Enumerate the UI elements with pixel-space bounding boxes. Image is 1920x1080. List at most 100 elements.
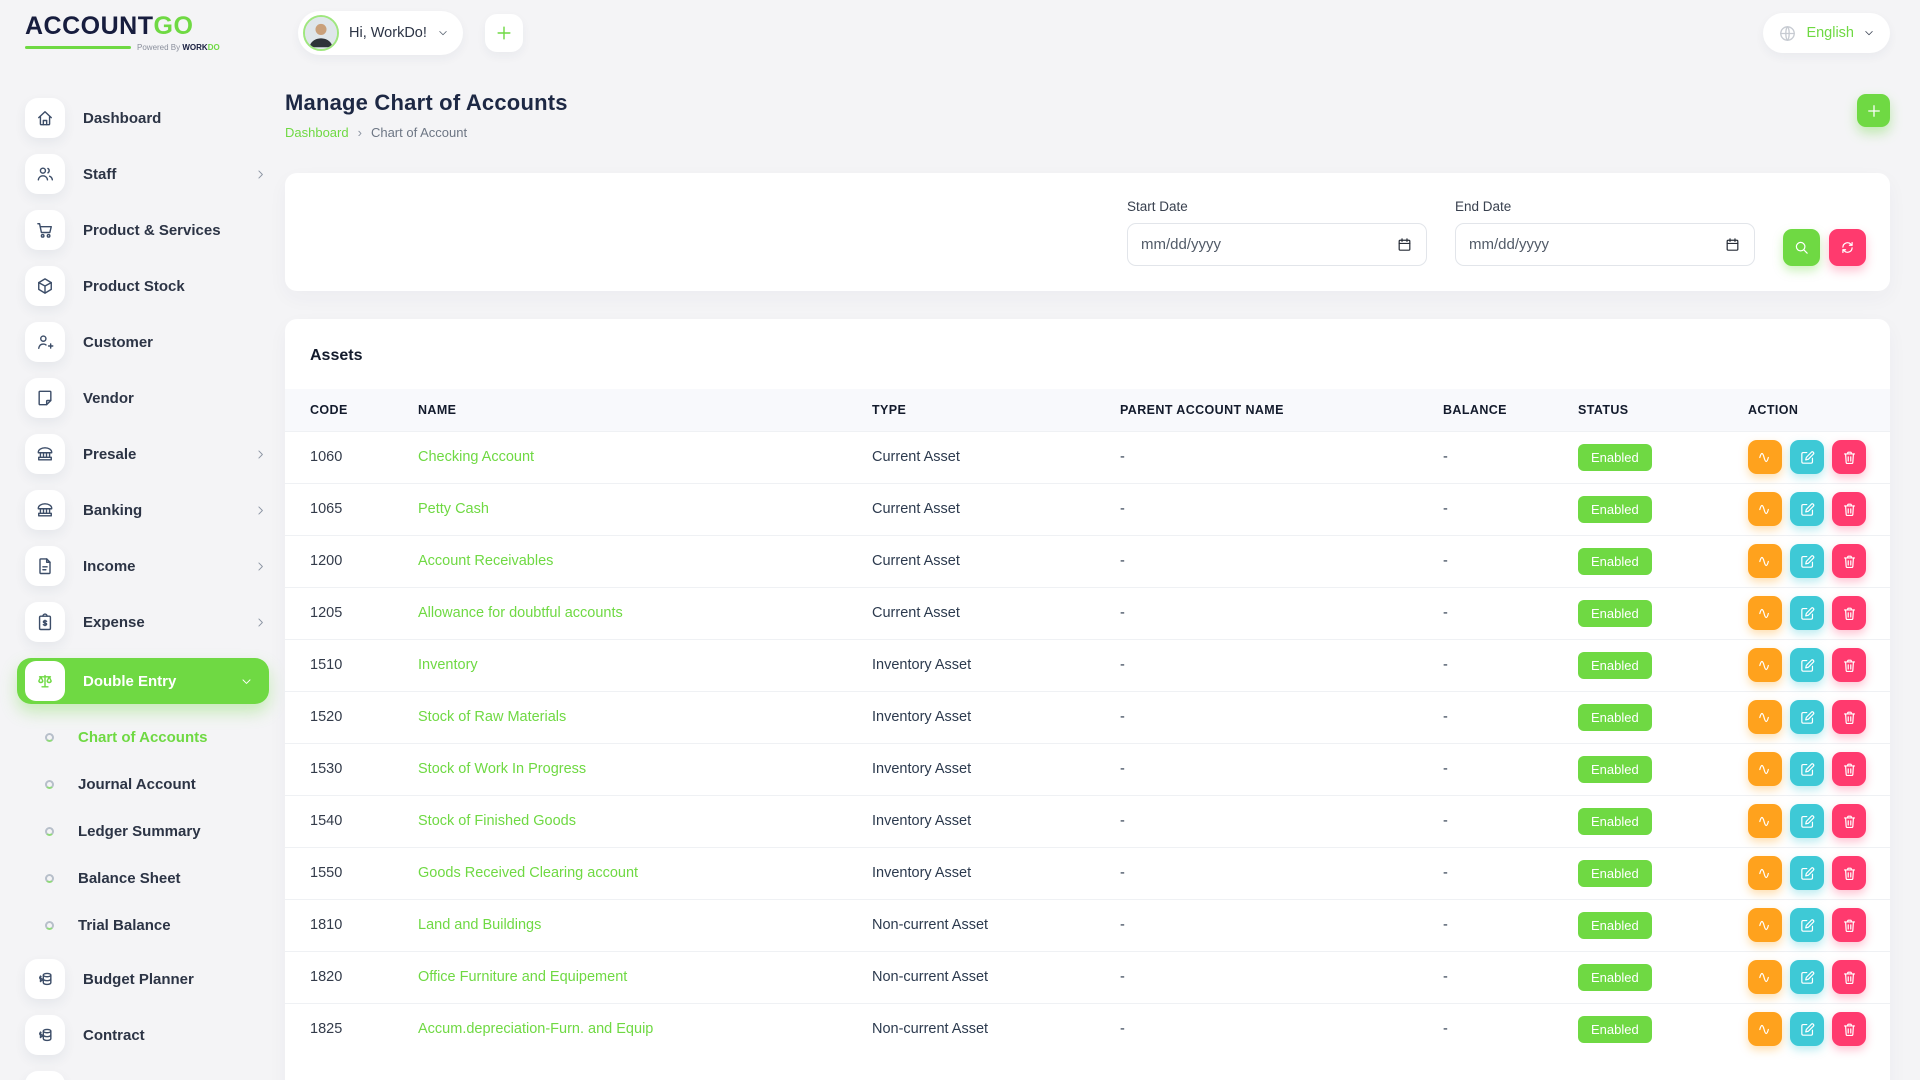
activity-action-button[interactable] [1748,1012,1782,1046]
delete-action-button[interactable] [1832,492,1866,526]
activity-action-button[interactable] [1748,752,1782,786]
table-row: 1825 Accum.depreciation-Furn. and Equip … [285,1003,1890,1055]
sidebar-item-banking[interactable]: Banking [25,490,277,530]
sidebar-item-income[interactable]: Income [25,546,277,586]
start-date-input[interactable]: mm/dd/yyyy [1127,223,1427,266]
cell-status: Enabled [1578,795,1748,847]
edit-action-button[interactable] [1790,544,1824,578]
cell-action [1748,847,1890,899]
edit-icon [1799,969,1816,986]
account-name-link[interactable]: Checking Account [418,449,534,465]
sidebar-item-customer[interactable]: Customer [25,322,277,362]
edit-action-button[interactable] [1790,752,1824,786]
delete-action-button[interactable] [1832,752,1866,786]
cell-code: 1825 [285,1003,418,1055]
edit-action-button[interactable] [1790,440,1824,474]
create-account-button[interactable] [1857,94,1890,127]
quick-add-button[interactable] [485,14,523,52]
language-selector[interactable]: English [1763,13,1890,53]
edit-action-button[interactable] [1790,960,1824,994]
sidebar-item-product-stock[interactable]: Product Stock [25,266,277,306]
sidebar-subitem-journal-account[interactable]: Journal Account [25,761,285,808]
delete-action-button[interactable] [1832,544,1866,578]
status-badge: Enabled [1578,600,1652,627]
activity-action-button[interactable] [1748,596,1782,630]
activity-action-button[interactable] [1748,440,1782,474]
edit-action-button[interactable] [1790,596,1824,630]
apply-filter-button[interactable] [1783,229,1820,266]
calendar-icon[interactable] [1396,236,1413,253]
bullet-icon [45,874,54,883]
delete-action-button[interactable] [1832,648,1866,682]
edit-action-button[interactable] [1790,908,1824,942]
delete-action-button[interactable] [1832,908,1866,942]
activity-action-button[interactable] [1748,804,1782,838]
sidebar-item-expense[interactable]: Expense [25,602,277,642]
cell-code: 1520 [285,691,418,743]
account-name-link[interactable]: Office Furniture and Equipement [418,969,627,985]
cell-balance: - [1443,691,1578,743]
edit-action-button[interactable] [1790,856,1824,890]
delete-action-button[interactable] [1832,1012,1866,1046]
sidebar-item-item[interactable] [25,1071,277,1080]
sidebar-item-presale[interactable]: Presale [25,434,277,474]
account-name-link[interactable]: Petty Cash [418,501,489,517]
delete-action-button[interactable] [1832,700,1866,734]
greeting-text: Hi, WorkDo! [349,25,427,41]
breadcrumb-dashboard-link[interactable]: Dashboard [285,125,349,140]
account-name-link[interactable]: Allowance for doubtful accounts [418,605,623,621]
cell-type: Non-current Asset [872,951,1120,1003]
sidebar-item-contract[interactable]: Contract [25,1015,277,1055]
delete-action-button[interactable] [1832,960,1866,994]
cell-code: 1060 [285,431,418,483]
account-name-link[interactable]: Stock of Work In Progress [418,761,586,777]
sidebar-item-label: Double Entry [83,673,176,690]
delete-action-button[interactable] [1832,440,1866,474]
activity-action-button[interactable] [1748,960,1782,994]
edit-action-button[interactable] [1790,1012,1824,1046]
edit-action-button[interactable] [1790,492,1824,526]
column-header-name: NAME [418,389,872,431]
sidebar-item-product-services[interactable]: Product & Services [25,210,277,250]
bullet-icon [45,827,54,836]
cell-balance: - [1443,847,1578,899]
account-name-link[interactable]: Accum.depreciation-Furn. and Equip [418,1021,653,1037]
activity-action-button[interactable] [1748,700,1782,734]
edit-icon [1799,917,1816,934]
trash-icon [1841,761,1858,778]
cell-balance: - [1443,899,1578,951]
delete-action-button[interactable] [1832,856,1866,890]
sidebar-item-vendor[interactable]: Vendor [25,378,277,418]
sidebar-item-budget-planner[interactable]: Budget Planner [25,959,277,999]
sidebar-subitem-chart-of-accounts[interactable]: Chart of Accounts [25,714,285,761]
app-logo[interactable]: ACCOUNTGO Powered By WORKDO [25,12,285,64]
activity-action-button[interactable] [1748,856,1782,890]
activity-action-button[interactable] [1748,648,1782,682]
sidebar-item-dashboard[interactable]: Dashboard [25,98,277,138]
sidebar-subitem-trial-balance[interactable]: Trial Balance [25,902,285,949]
calendar-icon[interactable] [1724,236,1741,253]
account-name-link[interactable]: Goods Received Clearing account [418,865,638,881]
activity-action-button[interactable] [1748,908,1782,942]
delete-action-button[interactable] [1832,804,1866,838]
account-name-link[interactable]: Stock of Finished Goods [418,813,576,829]
account-name-link[interactable]: Stock of Raw Materials [418,709,566,725]
reset-filter-button[interactable] [1829,229,1866,266]
edit-action-button[interactable] [1790,700,1824,734]
sidebar-item-double-entry[interactable]: Double Entry [17,658,269,704]
trash-icon [1841,1021,1858,1038]
edit-action-button[interactable] [1790,804,1824,838]
account-name-link[interactable]: Land and Buildings [418,917,541,933]
sidebar-subitem-ledger-summary[interactable]: Ledger Summary [25,808,285,855]
end-date-input[interactable]: mm/dd/yyyy [1455,223,1755,266]
account-name-link[interactable]: Inventory [418,657,478,673]
sidebar-subitem-balance-sheet[interactable]: Balance Sheet [25,855,285,902]
user-menu[interactable]: Hi, WorkDo! [298,11,463,55]
edit-action-button[interactable] [1790,648,1824,682]
sidebar-item-staff[interactable]: Staff [25,154,277,194]
account-name-link[interactable]: Account Receivables [418,553,553,569]
column-header-code: CODE [285,389,418,431]
activity-action-button[interactable] [1748,544,1782,578]
activity-action-button[interactable] [1748,492,1782,526]
delete-action-button[interactable] [1832,596,1866,630]
